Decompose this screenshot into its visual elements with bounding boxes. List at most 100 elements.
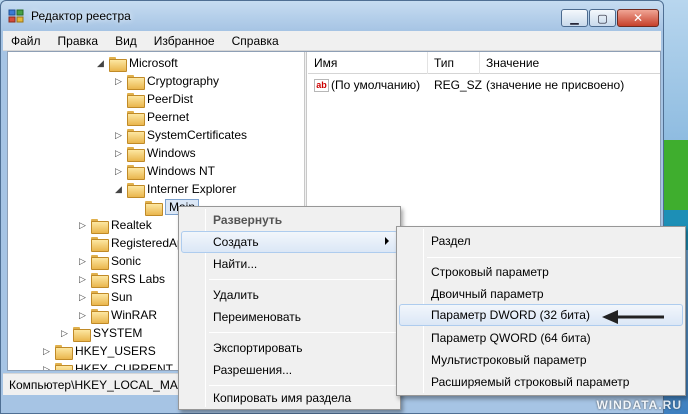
- folder-icon: [127, 92, 145, 108]
- folder-icon: [91, 290, 109, 306]
- folder-icon: [91, 236, 109, 252]
- value-name: (По умолчанию): [331, 78, 421, 92]
- tree-item-registeredapplications[interactable]: RegisteredAp: [78, 234, 184, 252]
- value-data: (значение не присвоено): [486, 78, 625, 92]
- tree-item-label: Cryptography: [147, 74, 220, 88]
- tree-item-label: Sun: [111, 290, 133, 304]
- collapse-icon[interactable]: ◢: [96, 58, 105, 68]
- expand-icon[interactable]: ▷: [42, 346, 51, 356]
- submenu-item-qword-value[interactable]: Параметр QWORD (64 бита): [399, 327, 683, 349]
- column-header-name[interactable]: Имя: [308, 52, 428, 74]
- folder-icon: [91, 218, 109, 234]
- tree-item-realtek[interactable]: ▷ Realtek: [78, 216, 152, 234]
- expand-icon[interactable]: ▷: [114, 76, 123, 86]
- menu-separator: [209, 332, 396, 333]
- list-row[interactable]: ab (По умолчанию) REG_SZ (значение не при…: [308, 75, 660, 95]
- tree-item-label: PeerDist: [147, 92, 194, 106]
- tree-item-sun[interactable]: ▷ Sun: [78, 288, 132, 306]
- folder-icon: [127, 164, 145, 180]
- list-header: Имя Тип Значение: [308, 52, 660, 74]
- submenu-item-binary-value[interactable]: Двоичный параметр: [399, 283, 683, 305]
- menu-item-export[interactable]: Экспортировать: [181, 337, 398, 359]
- folder-icon: [127, 110, 145, 126]
- tree-item-peerdist[interactable]: PeerDist: [114, 90, 193, 108]
- folder-icon: [91, 272, 109, 288]
- maximize-button[interactable]: ▢: [589, 9, 616, 27]
- tree-item-srs-labs[interactable]: ▷ SRS Labs: [78, 270, 165, 288]
- close-button[interactable]: ✕: [617, 9, 659, 27]
- collapse-icon[interactable]: ◢: [114, 184, 123, 194]
- tree-item-label: SRS Labs: [111, 272, 166, 286]
- tree-item-peernet[interactable]: Peernet: [114, 108, 189, 126]
- menu-item-delete[interactable]: Удалить: [181, 284, 398, 306]
- submenu-item-expandable-string-value[interactable]: Расширяемый строковый параметр: [399, 371, 683, 393]
- tree-item-windows-nt[interactable]: ▷ Windows NT: [114, 162, 215, 180]
- menu-view[interactable]: Вид: [107, 31, 146, 50]
- expand-icon[interactable]: ▷: [114, 166, 123, 176]
- expand-icon[interactable]: ▷: [78, 274, 87, 284]
- column-header-value[interactable]: Значение: [480, 52, 660, 74]
- tree-item-label: Interner Explorer: [147, 182, 237, 196]
- value-name-cell: ab (По умолчанию): [314, 78, 421, 93]
- watermark: WINDATA.RU: [596, 398, 682, 412]
- tree-item-hkey-current-config[interactable]: ▷ HKEY_CURRENT_CO: [42, 360, 198, 370]
- tree-item-label: SystemCertificates: [147, 128, 248, 142]
- tree-item-system[interactable]: ▷ SYSTEM: [60, 324, 142, 342]
- menu-item-expand[interactable]: Развернуть: [181, 209, 398, 231]
- menu-favorites[interactable]: Избранное: [146, 31, 224, 50]
- menu-item-permissions[interactable]: Разрешения...: [181, 359, 398, 381]
- folder-icon: [109, 56, 127, 72]
- menu-item-rename[interactable]: Переименовать: [181, 306, 398, 328]
- maximize-icon: ▢: [597, 12, 608, 25]
- tree-item-microsoft[interactable]: ◢ Microsoft: [96, 54, 178, 72]
- menu-edit[interactable]: Правка: [50, 31, 108, 50]
- tree-item-hkey-users[interactable]: ▷ HKEY_USERS: [42, 342, 156, 360]
- registry-editor-icon: [8, 9, 24, 23]
- tree-item-winrar[interactable]: ▷ WinRAR: [78, 306, 157, 324]
- submenu-item-multi-string-value[interactable]: Мультистроковый параметр: [399, 349, 683, 371]
- minimize-button[interactable]: ▁: [561, 9, 588, 27]
- menu-bar: Файл Правка Вид Избранное Справка: [3, 31, 661, 51]
- expand-icon[interactable]: ▷: [114, 148, 123, 158]
- folder-icon: [127, 128, 145, 144]
- title-bar[interactable]: Редактор реестра ▁ ▢ ✕: [1, 1, 663, 31]
- expand-icon[interactable]: ▷: [78, 220, 87, 230]
- tree-item-label: Realtek: [111, 218, 152, 232]
- expand-icon[interactable]: ▷: [60, 328, 69, 338]
- menu-file[interactable]: Файл: [3, 31, 50, 50]
- tree-item-label: Windows: [147, 146, 196, 160]
- tree-item-sonic[interactable]: ▷ Sonic: [78, 252, 141, 270]
- desktop-decoration: [660, 140, 688, 210]
- string-value-icon: ab: [314, 79, 329, 93]
- tree-item-interner-explorer[interactable]: ◢ Interner Explorer: [114, 180, 236, 198]
- tree-item-cryptography[interactable]: ▷ Cryptography: [114, 72, 219, 90]
- folder-icon: [91, 254, 109, 270]
- menu-help[interactable]: Справка: [224, 31, 288, 50]
- expand-icon[interactable]: ▷: [78, 256, 87, 266]
- menu-item-find[interactable]: Найти...: [181, 253, 398, 275]
- menu-item-label: Создать: [213, 235, 259, 249]
- tree-item-label: Sonic: [111, 254, 142, 268]
- menu-separator: [209, 279, 396, 280]
- folder-icon: [55, 362, 73, 370]
- tree-item-label: RegisteredAp: [111, 236, 184, 250]
- tree-item-label: Peernet: [147, 110, 190, 124]
- folder-icon: [91, 308, 109, 324]
- tree-item-systemcertificates[interactable]: ▷ SystemCertificates: [114, 126, 247, 144]
- window-title: Редактор реестра: [31, 9, 131, 23]
- submenu-arrow-icon: [385, 237, 389, 245]
- expand-icon[interactable]: ▷: [78, 292, 87, 302]
- submenu-item-string-value[interactable]: Строковый параметр: [399, 261, 683, 283]
- menu-item-create[interactable]: Создать: [181, 231, 398, 253]
- menu-item-copy-key-name[interactable]: Копировать имя раздела: [181, 387, 398, 409]
- expand-icon[interactable]: ▷: [42, 364, 51, 370]
- folder-icon: [55, 344, 73, 360]
- value-type: REG_SZ: [434, 78, 483, 92]
- menu-separator: [209, 385, 396, 386]
- expand-icon[interactable]: ▷: [114, 130, 123, 140]
- submenu-item-key[interactable]: Раздел: [399, 230, 683, 252]
- column-header-type[interactable]: Тип: [428, 52, 480, 74]
- tree-item-windows[interactable]: ▷ Windows: [114, 144, 196, 162]
- expand-icon[interactable]: ▷: [78, 310, 87, 320]
- menu-separator: [427, 257, 681, 258]
